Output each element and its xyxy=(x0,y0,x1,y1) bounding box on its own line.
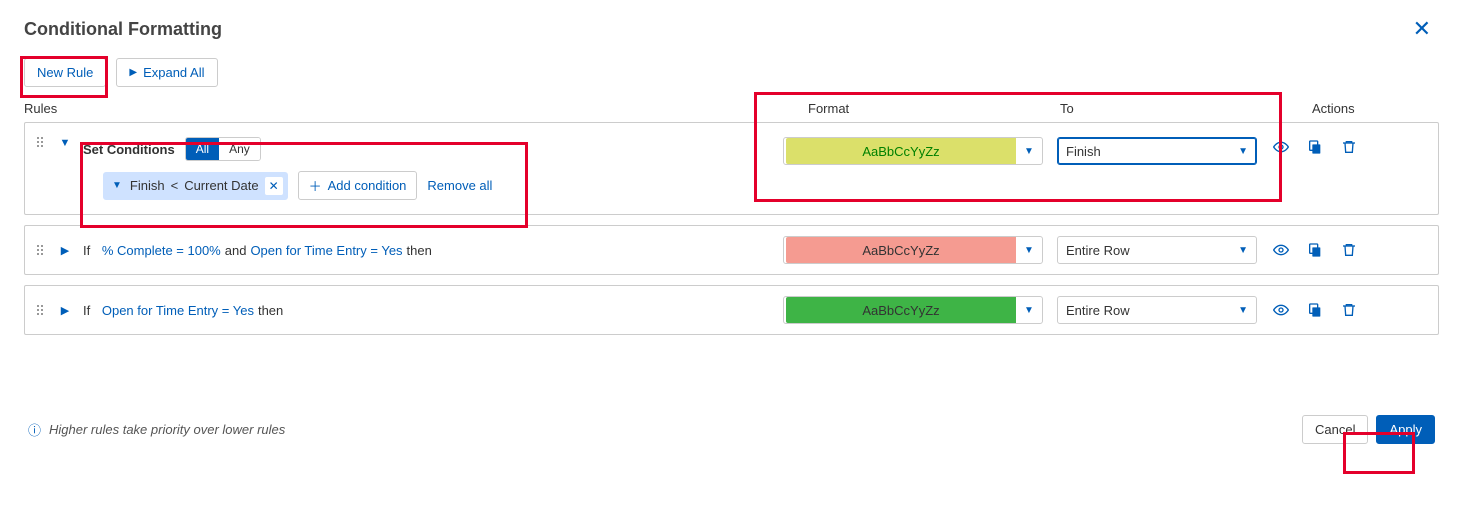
format-preview-swatch: AaBbCcYyZz xyxy=(786,237,1016,263)
add-condition-label: Add condition xyxy=(328,178,407,193)
apply-to-value: Entire Row xyxy=(1066,303,1130,318)
delete-trash-icon[interactable] xyxy=(1339,137,1359,157)
drag-handle-icon[interactable] xyxy=(37,245,49,255)
drag-handle-icon[interactable] xyxy=(37,137,49,147)
cancel-label: Cancel xyxy=(1315,422,1355,437)
cancel-button[interactable]: Cancel xyxy=(1302,415,1368,444)
chevron-down-icon: ▼ xyxy=(1238,245,1248,256)
actions-cell xyxy=(1271,240,1426,260)
chevron-down-icon: ▼ xyxy=(1016,146,1042,157)
summary-text: and xyxy=(225,243,247,258)
format-preview-dropdown[interactable]: AaBbCcYyZz ▼ xyxy=(783,296,1043,324)
conditional-formatting-dialog: Conditional Formatting ✕ New Rule ▶ Expa… xyxy=(0,0,1463,468)
column-header-actions: Actions xyxy=(1300,101,1439,116)
actions-cell xyxy=(1271,300,1426,320)
condition-field: Finish xyxy=(130,178,165,193)
expand-caret-icon[interactable]: ▶ xyxy=(59,244,71,257)
rules-list: ▼ Set Conditions All Any ▼ Finish < Curr… xyxy=(24,122,1439,335)
copy-icon[interactable] xyxy=(1305,240,1325,260)
remove-condition-icon[interactable]: ✕ xyxy=(265,177,283,195)
dialog-title: Conditional Formatting xyxy=(24,19,222,40)
copy-icon[interactable] xyxy=(1305,300,1325,320)
rule-summary: If % Complete = 100% and Open for Time E… xyxy=(83,243,783,258)
all-any-toggle: All Any xyxy=(185,137,261,161)
format-preview-swatch: AaBbCcYyZz xyxy=(786,138,1016,164)
format-preview-dropdown[interactable]: AaBbCcYyZz ▼ xyxy=(783,137,1043,165)
rule-row: ▼ Set Conditions All Any ▼ Finish < Curr… xyxy=(24,122,1439,215)
rule-row: ▶ If Open for Time Entry = Yes then AaBb… xyxy=(24,285,1439,335)
actions-cell xyxy=(1271,137,1426,157)
summary-if: If xyxy=(83,243,90,258)
expand-all-button[interactable]: ▶ Expand All xyxy=(116,58,217,87)
remove-all-link[interactable]: Remove all xyxy=(427,178,492,193)
condition-operator: < xyxy=(171,178,179,193)
column-headers: Rules Format To Actions xyxy=(24,101,1439,116)
new-rule-label: New Rule xyxy=(37,65,93,80)
condition-chip[interactable]: ▼ Finish < Current Date ✕ xyxy=(103,172,288,200)
format-preview-swatch: AaBbCcYyZz xyxy=(786,297,1016,323)
close-icon[interactable]: ✕ xyxy=(1405,12,1439,46)
expand-caret-icon[interactable]: ▶ xyxy=(59,304,71,317)
caret-right-icon: ▶ xyxy=(129,67,137,78)
apply-button[interactable]: Apply xyxy=(1376,415,1435,444)
dialog-footer: ⓘ Higher rules take priority over lower … xyxy=(24,415,1439,444)
condition-value: Current Date xyxy=(184,178,258,193)
apply-to-value: Finish xyxy=(1066,144,1101,159)
apply-to-select[interactable]: Finish ▼ xyxy=(1057,137,1257,165)
to-cell: Entire Row ▼ xyxy=(1057,236,1257,264)
priority-hint-text: Higher rules take priority over lower ru… xyxy=(49,422,285,437)
chevron-down-icon: ▼ xyxy=(1238,146,1248,157)
format-cell: AaBbCcYyZz ▼ xyxy=(783,137,1043,165)
summary-if: If xyxy=(83,303,90,318)
apply-to-select[interactable]: Entire Row ▼ xyxy=(1057,296,1257,324)
column-header-format: Format xyxy=(780,101,1050,116)
delete-trash-icon[interactable] xyxy=(1339,300,1359,320)
rule-body: Set Conditions All Any ▼ Finish < Curren… xyxy=(83,137,783,200)
footer-buttons: Cancel Apply xyxy=(1302,415,1435,444)
drag-handle-icon[interactable] xyxy=(37,305,49,315)
to-cell: Entire Row ▼ xyxy=(1057,296,1257,324)
toggle-any-button[interactable]: Any xyxy=(219,138,260,160)
to-cell: Finish ▼ xyxy=(1057,137,1257,165)
dialog-header: Conditional Formatting ✕ xyxy=(24,8,1439,58)
rule-summary: If Open for Time Entry = Yes then xyxy=(83,303,783,318)
preview-eye-icon[interactable] xyxy=(1271,240,1291,260)
format-preview-dropdown[interactable]: AaBbCcYyZz ▼ xyxy=(783,236,1043,264)
add-condition-button[interactable]: ＋ Add condition xyxy=(298,171,418,200)
column-header-rules: Rules xyxy=(24,101,780,116)
info-icon: ⓘ xyxy=(28,420,41,439)
condition-line: ▼ Finish < Current Date ✕ ＋ Add conditio… xyxy=(103,171,783,200)
summary-condition-link[interactable]: % Complete = 100% xyxy=(102,243,221,258)
summary-text: then xyxy=(258,303,283,318)
format-cell: AaBbCcYyZz ▼ xyxy=(783,236,1043,264)
plus-icon: ＋ xyxy=(309,176,322,195)
priority-hint: ⓘ Higher rules take priority over lower … xyxy=(28,420,285,439)
chevron-down-icon: ▼ xyxy=(1016,305,1042,316)
toolbar: New Rule ▶ Expand All xyxy=(24,58,1439,87)
summary-text: then xyxy=(407,243,432,258)
collapse-caret-icon[interactable]: ▼ xyxy=(59,137,71,149)
toggle-all-button[interactable]: All xyxy=(186,138,219,160)
chevron-down-icon: ▼ xyxy=(1016,245,1042,256)
rule-row: ▶ If % Complete = 100% and Open for Time… xyxy=(24,225,1439,275)
column-header-to: To xyxy=(1050,101,1300,116)
expand-all-label: Expand All xyxy=(143,65,204,80)
apply-to-value: Entire Row xyxy=(1066,243,1130,258)
new-rule-button[interactable]: New Rule xyxy=(24,58,106,87)
apply-label: Apply xyxy=(1389,422,1422,437)
summary-condition-link[interactable]: Open for Time Entry = Yes xyxy=(102,303,254,318)
format-cell: AaBbCcYyZz ▼ xyxy=(783,296,1043,324)
preview-eye-icon[interactable] xyxy=(1271,137,1291,157)
preview-eye-icon[interactable] xyxy=(1271,300,1291,320)
apply-to-select[interactable]: Entire Row ▼ xyxy=(1057,236,1257,264)
summary-condition-link[interactable]: Open for Time Entry = Yes xyxy=(250,243,402,258)
set-conditions-label: Set Conditions xyxy=(83,142,175,157)
set-conditions-row: Set Conditions All Any xyxy=(83,137,783,161)
chevron-down-icon: ▼ xyxy=(112,180,122,191)
chevron-down-icon: ▼ xyxy=(1238,305,1248,316)
copy-icon[interactable] xyxy=(1305,137,1325,157)
delete-trash-icon[interactable] xyxy=(1339,240,1359,260)
